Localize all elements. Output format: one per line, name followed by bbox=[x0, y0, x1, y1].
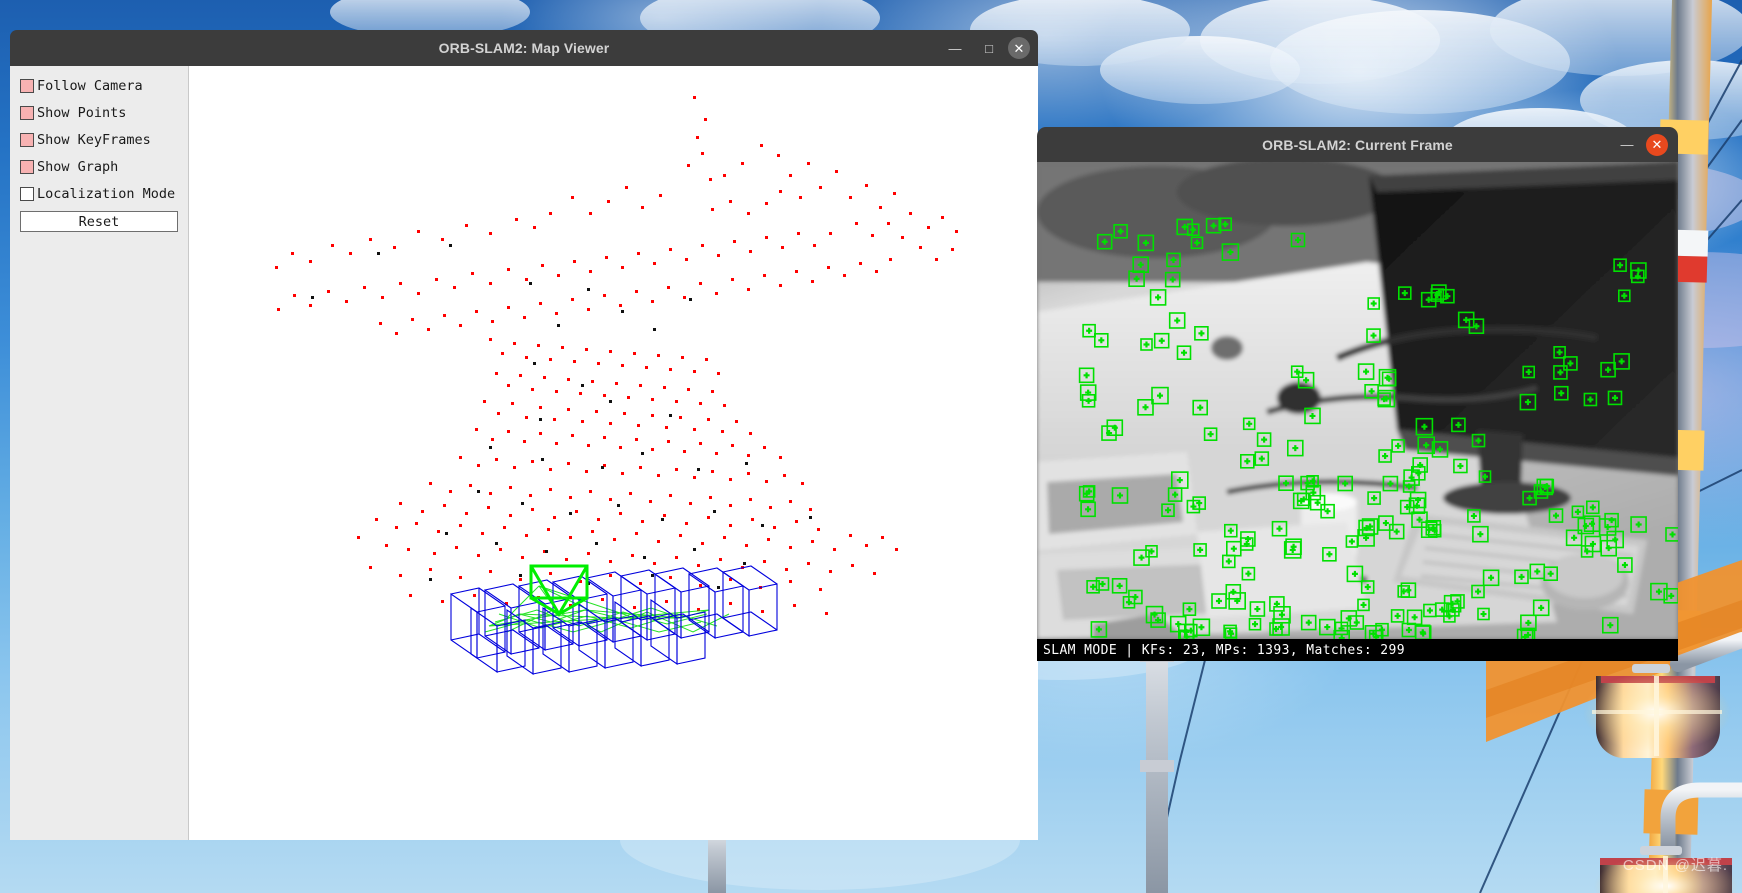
map-viewer-titlebar[interactable]: ORB-SLAM2: Map Viewer — □ ✕ bbox=[10, 30, 1038, 66]
reference-points-group bbox=[311, 244, 812, 589]
current-frame-window-controls: — ✕ bbox=[1612, 127, 1678, 162]
slam-status-bar: SLAM MODE | KFs: 23, MPs: 1393, Matches:… bbox=[1037, 639, 1678, 661]
map-viewer-title: ORB-SLAM2: Map Viewer bbox=[438, 40, 610, 56]
map-viewer-window-controls: — □ ✕ bbox=[940, 30, 1038, 66]
checkbox-label: Localization Mode bbox=[37, 185, 176, 202]
checkbox-icon[interactable] bbox=[20, 105, 34, 120]
current-frame-image[interactable] bbox=[1037, 162, 1678, 639]
checkbox-icon[interactable] bbox=[20, 132, 34, 147]
checkbox-label: Show Points bbox=[37, 104, 127, 121]
reset-button[interactable]: Reset bbox=[20, 211, 178, 232]
checkbox-show-graph[interactable]: Show Graph bbox=[10, 153, 188, 180]
checkbox-icon[interactable] bbox=[20, 159, 34, 174]
map-point-cloud bbox=[275, 96, 958, 676]
current-frame-window[interactable]: ORB-SLAM2: Current Frame — ✕ SLAM MODE |… bbox=[1037, 127, 1678, 661]
checkbox-label: Show Graph bbox=[37, 158, 119, 175]
checkbox-show-keyframes[interactable]: Show KeyFrames bbox=[10, 126, 188, 153]
street-lamp-lower bbox=[1594, 782, 1742, 893]
checkbox-icon[interactable] bbox=[20, 78, 34, 93]
map-viewer-window[interactable]: ORB-SLAM2: Map Viewer — □ ✕ Follow Camer… bbox=[10, 30, 1038, 840]
checkbox-follow-camera[interactable]: Follow Camera bbox=[10, 72, 188, 99]
checkbox-label: Follow Camera bbox=[37, 77, 143, 94]
keyframes-group bbox=[450, 565, 778, 676]
checkbox-icon[interactable] bbox=[20, 186, 34, 201]
checkbox-show-points[interactable]: Show Points bbox=[10, 99, 188, 126]
csdn-watermark: CSDN @迟暮. bbox=[1622, 857, 1728, 874]
checkbox-localization-mode[interactable]: Localization Mode bbox=[10, 180, 188, 207]
current-frame-titlebar[interactable]: ORB-SLAM2: Current Frame — ✕ bbox=[1037, 127, 1678, 162]
checkbox-label: Show KeyFrames bbox=[37, 131, 151, 148]
minimize-icon[interactable]: — bbox=[940, 33, 970, 63]
map-3d-canvas[interactable] bbox=[189, 66, 1038, 840]
camera-frame-render bbox=[1037, 162, 1678, 639]
map-viewer-body: Follow Camera Show Points Show KeyFrames… bbox=[10, 66, 1038, 840]
close-icon[interactable]: ✕ bbox=[1646, 133, 1668, 156]
maximize-icon[interactable]: □ bbox=[974, 33, 1004, 63]
minimize-icon[interactable]: — bbox=[1612, 130, 1642, 160]
close-icon[interactable]: ✕ bbox=[1008, 37, 1030, 59]
map-points-group bbox=[275, 96, 958, 615]
map-viewer-control-panel: Follow Camera Show Points Show KeyFrames… bbox=[10, 66, 189, 840]
current-frame-title: ORB-SLAM2: Current Frame bbox=[1262, 136, 1453, 153]
